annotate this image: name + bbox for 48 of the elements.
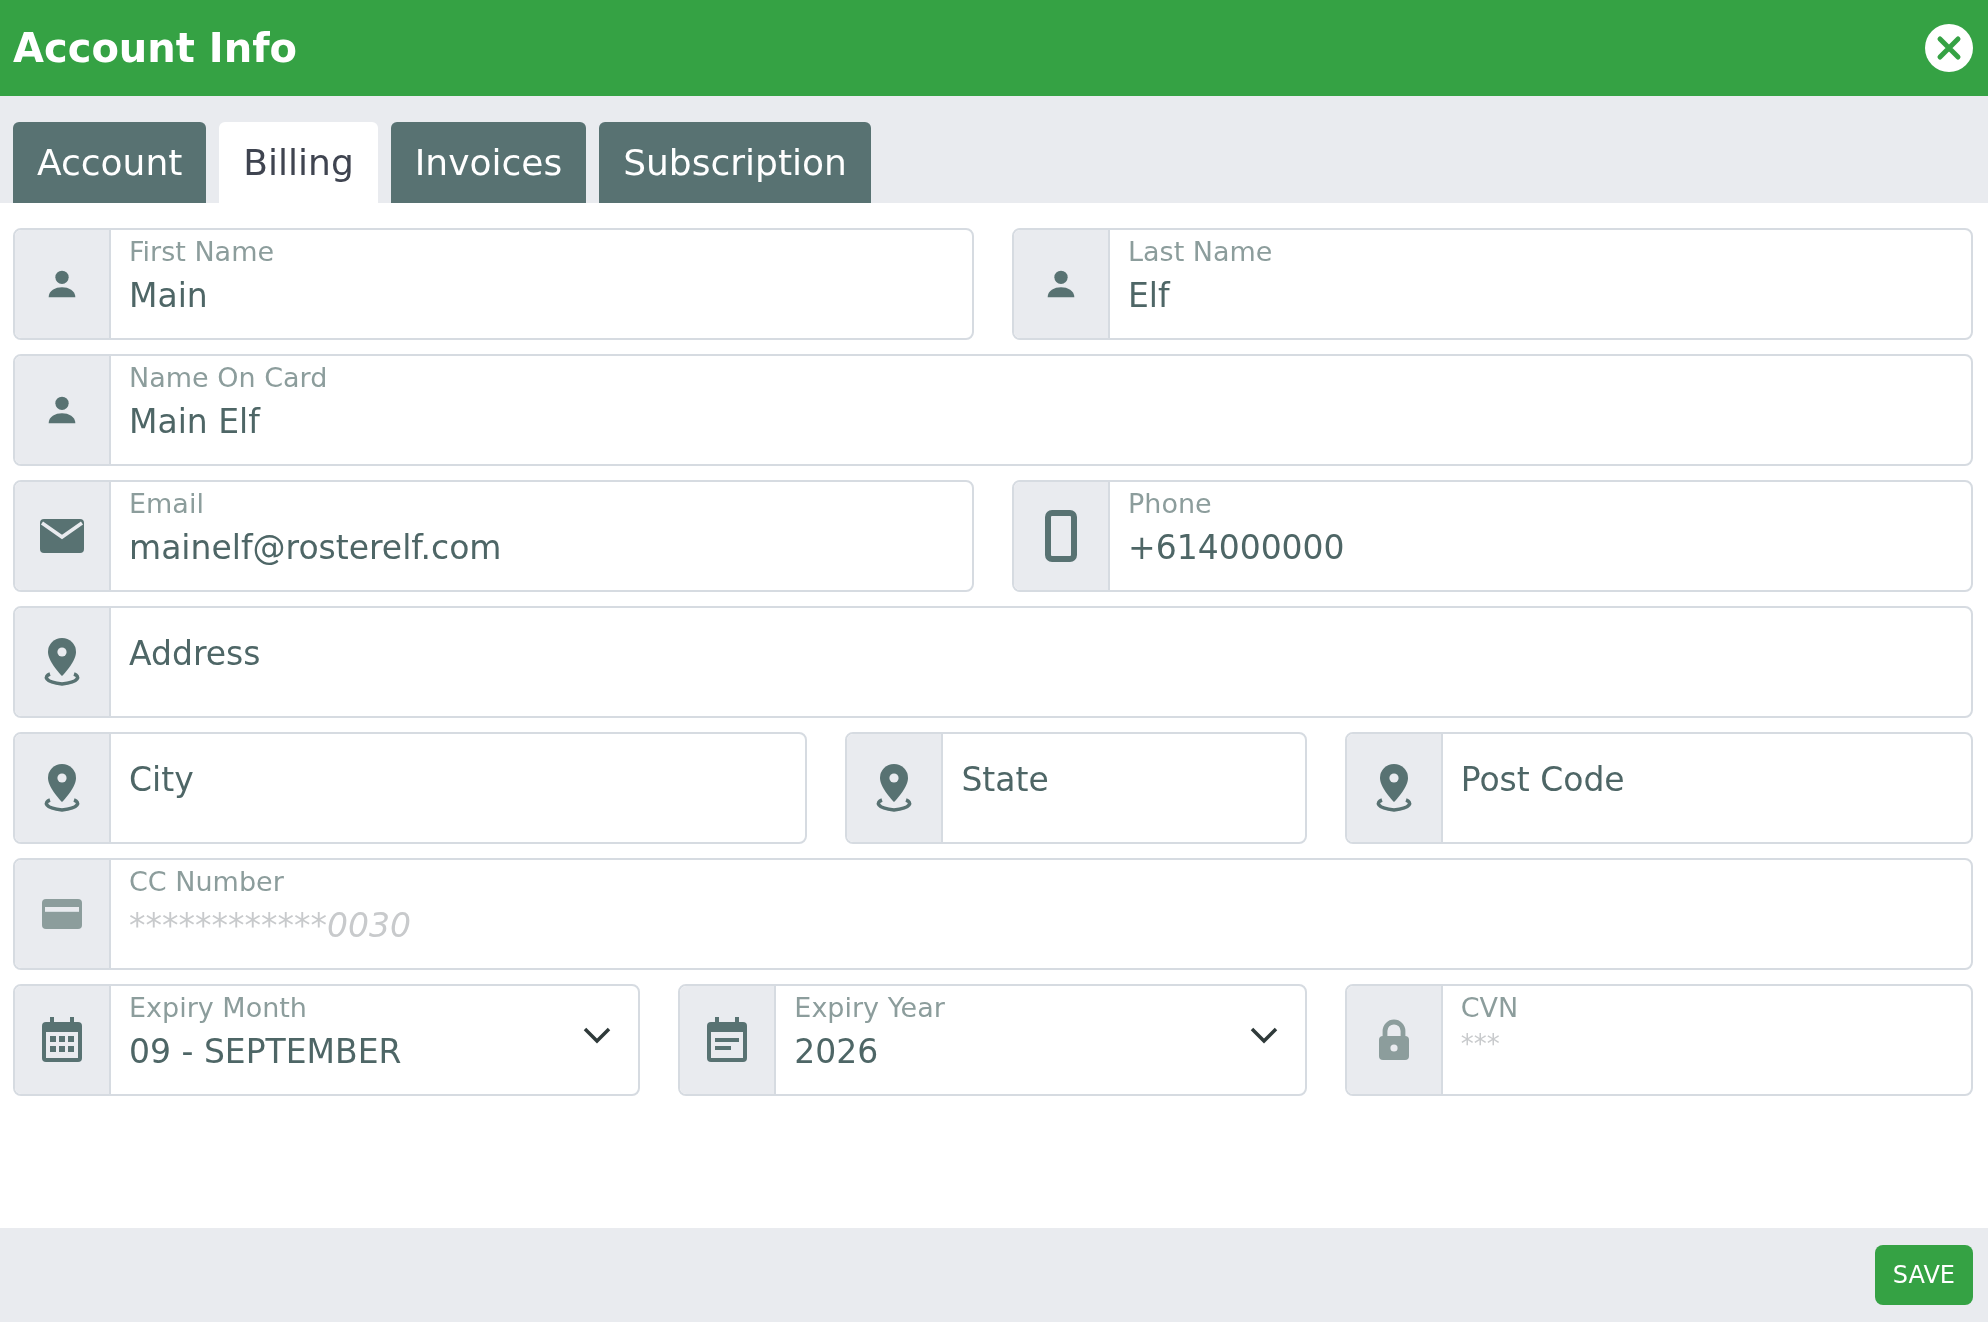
tab[interactable]: Account (13, 122, 207, 203)
placeholder-text: Address (129, 633, 262, 675)
placeholder-text: *** (1460, 1028, 1501, 1061)
field-label: First Name (129, 235, 276, 269)
location-pin-icon (42, 636, 82, 688)
input-field[interactable]: First Name Main (13, 228, 974, 340)
location-pin-icon (42, 762, 82, 814)
calendar-icon (705, 1016, 750, 1064)
input-field[interactable]: State (845, 732, 1307, 844)
input-field[interactable]: Address (13, 606, 1973, 718)
field-value: mainelf@rosterelf.com (129, 527, 503, 569)
window-title: Account Info (13, 25, 298, 71)
field-label: Expiry Month (129, 991, 308, 1025)
field-value: Main Elf (129, 401, 262, 443)
close-icon[interactable] (1924, 23, 1974, 73)
phone-icon (1045, 510, 1077, 562)
field-label: Last Name (1128, 235, 1274, 269)
field-value: Main (129, 275, 209, 317)
field-label: CC Number (129, 865, 285, 899)
input-field[interactable]: Phone +614000000 (1012, 480, 1973, 592)
input-field[interactable]: City (13, 732, 808, 844)
placeholder-text: City (129, 759, 195, 801)
input-field[interactable]: Post Code (1344, 732, 1973, 844)
field-value: Elf (1128, 275, 1172, 317)
field-label: Phone (1128, 487, 1213, 521)
placeholder-text: State (961, 759, 1050, 801)
save-button[interactable]: SAVE (1874, 1245, 1973, 1305)
field-label: Name On Card (129, 361, 329, 395)
input-field[interactable]: Last Name Elf (1012, 228, 1973, 340)
field-label: CVN (1460, 991, 1520, 1025)
envelope-icon (38, 517, 86, 555)
tab[interactable]: Billing (219, 122, 378, 203)
tab[interactable]: Subscription (599, 122, 871, 203)
tab[interactable]: Invoices (390, 122, 587, 203)
chevron-down-icon (582, 1026, 613, 1044)
input-field[interactable]: Email mainelf@rosterelf.com (13, 480, 974, 592)
field-label: Email (129, 487, 205, 521)
dropdown-field[interactable]: Expiry Year 2026 (678, 984, 1307, 1096)
credit-card-icon (41, 897, 83, 931)
input-field[interactable]: Name On Card Main Elf (13, 354, 1973, 466)
field-value: +614000000 (1128, 527, 1346, 569)
field-value: 09 - SEPTEMBER (129, 1031, 403, 1073)
field-value: 2026 (794, 1031, 880, 1073)
calendar-icon (40, 1016, 84, 1064)
dropdown-field[interactable]: Expiry Month 09 - SEPTEMBER (13, 984, 641, 1096)
chevron-down-icon (1248, 1026, 1279, 1044)
field-label: Expiry Year (794, 991, 946, 1025)
placeholder-text: Post Code (1460, 759, 1626, 801)
